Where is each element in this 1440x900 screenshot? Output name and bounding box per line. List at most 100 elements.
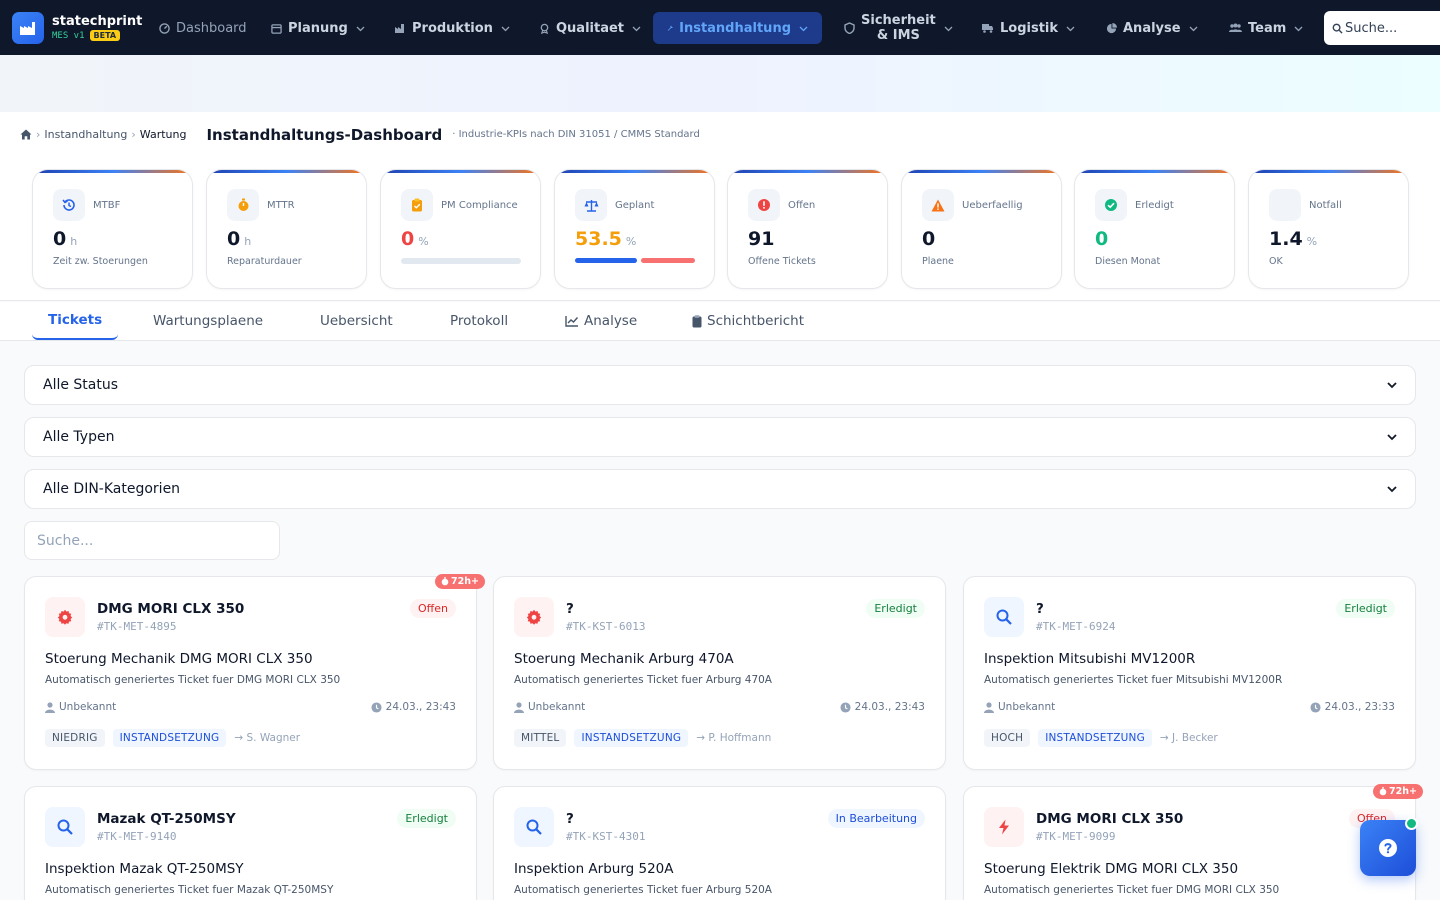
user-icon bbox=[45, 701, 55, 713]
gauge-icon bbox=[159, 22, 170, 34]
ticket-card[interactable]: Mazak QT-250MSY #TK-MET-9140 Erledigt In… bbox=[24, 786, 477, 900]
ticket-card[interactable]: ? #TK-KST-6013 Erledigt Stoerung Mechani… bbox=[493, 576, 946, 770]
breadcrumb: › Instandhaltung › Wartung bbox=[20, 128, 186, 141]
kpi-pm-compliance[interactable]: PM Compliance 0% bbox=[380, 169, 541, 289]
lightning-icon bbox=[984, 807, 1024, 847]
tab-tickets-label: Tickets bbox=[48, 312, 103, 328]
priority-tag: HOCH bbox=[984, 729, 1031, 747]
search-icon bbox=[984, 597, 1024, 637]
brand[interactable]: statechprint MES v1 BETA bbox=[12, 11, 152, 44]
nav-instandhaltung[interactable]: Instandhaltung bbox=[653, 12, 822, 44]
hero-banner bbox=[0, 55, 1440, 112]
chevron-down-icon bbox=[1189, 21, 1198, 36]
status-badge: Erledigt bbox=[866, 599, 925, 618]
ticket-time: 24.03., 23:43 bbox=[840, 701, 925, 713]
question-circle-icon bbox=[1379, 839, 1397, 857]
tab-tickets[interactable]: Tickets bbox=[32, 302, 119, 340]
kpi-label: Geplant bbox=[615, 200, 655, 211]
kpi-ueberfaellig[interactable]: Ueberfaellig 0 Plaene bbox=[901, 169, 1062, 289]
ticket-search-input[interactable] bbox=[37, 532, 257, 549]
global-search[interactable] bbox=[1324, 11, 1440, 45]
brand-name: statechprint bbox=[52, 14, 143, 29]
type-filter-select[interactable]: Alle Typen bbox=[24, 417, 1416, 457]
search-icon bbox=[1332, 23, 1343, 34]
kpi-sub: Diesen Monat bbox=[1095, 256, 1161, 267]
kpi-strip: MTBF 0h Zeit zw. Stoerungen MTTR 0h Repa… bbox=[0, 157, 1440, 301]
chevron-down-icon bbox=[799, 21, 808, 36]
ticket-title: Inspektion Arburg 520A bbox=[514, 861, 674, 877]
tab-protokoll-label: Protokoll bbox=[450, 313, 509, 329]
nav-produktion[interactable]: Produktion bbox=[380, 12, 524, 44]
kpi-sub: Zeit zw. Stoerungen bbox=[53, 256, 148, 267]
kpi-sub: Reparaturdauer bbox=[227, 256, 302, 267]
tab-protokoll[interactable]: Protokoll bbox=[450, 302, 508, 340]
ticket-title: Stoerung Mechanik Arburg 470A bbox=[514, 651, 734, 667]
kpi-notfall[interactable]: Notfall 1.4% OK bbox=[1248, 169, 1409, 289]
ticket-search[interactable] bbox=[24, 521, 280, 560]
ticket-reporter: Unbekannt bbox=[984, 701, 1055, 713]
history-icon bbox=[53, 189, 85, 221]
overdue-badge: 72h+ bbox=[1373, 784, 1423, 799]
home-icon[interactable] bbox=[20, 129, 32, 140]
nav-dashboard[interactable]: Dashboard bbox=[145, 12, 261, 44]
nav-analyse-label: Analyse bbox=[1123, 20, 1181, 36]
brand-version: MES v1 bbox=[52, 30, 85, 41]
nav-qualitaet[interactable]: Qualitaet bbox=[525, 12, 655, 44]
breadcrumb-instandhaltung[interactable]: Instandhaltung bbox=[44, 128, 127, 141]
ticket-id: #TK-KST-4301 bbox=[566, 830, 646, 843]
chevron-down-icon bbox=[1387, 433, 1397, 440]
kpi-label: MTTR bbox=[267, 200, 295, 211]
planned-ratio-bar bbox=[575, 258, 695, 263]
page-subtitle: · Industrie-KPIs nach DIN 31051 / CMMS S… bbox=[452, 129, 700, 140]
ticket-time: 24.03., 23:33 bbox=[1310, 701, 1395, 713]
breadcrumb-separator: › bbox=[36, 128, 41, 141]
ticket-card[interactable]: DMG MORI CLX 350 #TK-MET-4895 Offen Stoe… bbox=[24, 576, 477, 770]
truck-icon bbox=[982, 24, 993, 33]
ticket-id: #TK-MET-6924 bbox=[1036, 620, 1116, 633]
chevron-down-icon bbox=[1387, 381, 1397, 388]
tab-schichtbericht[interactable]: Schichtbericht bbox=[692, 302, 804, 340]
tab-analyse[interactable]: Analyse bbox=[565, 302, 637, 340]
gear-icon bbox=[45, 597, 85, 637]
kpi-label: Ueberfaellig bbox=[962, 200, 1023, 211]
kpi-value: 53.5 bbox=[575, 228, 622, 250]
din-filter-select[interactable]: Alle DIN-Kategorien bbox=[24, 469, 1416, 509]
search-icon bbox=[45, 807, 85, 847]
nav-sicherheit[interactable]: Sicherheit & IMS bbox=[830, 12, 967, 44]
kpi-geplant[interactable]: Geplant 53.5% bbox=[554, 169, 715, 289]
ticket-title: Stoerung Elektrik DMG MORI CLX 350 bbox=[984, 861, 1239, 877]
global-search-input[interactable] bbox=[1345, 20, 1440, 36]
kpi-unit: % bbox=[625, 235, 637, 248]
users-icon bbox=[1229, 23, 1242, 32]
nav-planung[interactable]: Planung bbox=[257, 12, 379, 44]
chevron-down-icon bbox=[632, 21, 641, 36]
chevron-down-icon bbox=[501, 21, 510, 36]
ticket-card[interactable]: DMG MORI CLX 350 #TK-MET-9099 Offen Stoe… bbox=[963, 786, 1416, 900]
kpi-erledigt[interactable]: Erledigt 0 Diesen Monat bbox=[1074, 169, 1235, 289]
din-filter-value: Alle DIN-Kategorien bbox=[43, 481, 181, 497]
nav-analyse[interactable]: Analyse bbox=[1092, 12, 1212, 44]
check-circle-icon bbox=[1095, 189, 1127, 221]
line-chart-icon bbox=[565, 316, 579, 327]
tab-uebersicht[interactable]: Uebersicht bbox=[320, 302, 393, 340]
ticket-card[interactable]: ? #TK-KST-4301 In Bearbeitung Inspektion… bbox=[493, 786, 946, 900]
ticket-machine: ? bbox=[566, 601, 574, 617]
ticket-title: Inspektion Mazak QT-250MSY bbox=[45, 861, 244, 877]
ticket-card[interactable]: ? #TK-MET-6924 Erledigt Inspektion Mitsu… bbox=[963, 576, 1416, 770]
kpi-mttr[interactable]: MTTR 0h Reparaturdauer bbox=[206, 169, 367, 289]
chevron-down-icon bbox=[356, 21, 365, 36]
online-indicator bbox=[1405, 817, 1418, 830]
kpi-label: Notfall bbox=[1309, 200, 1342, 211]
page-title: Instandhaltungs-Dashboard bbox=[206, 125, 443, 144]
ticket-reporter-name: Unbekannt bbox=[998, 701, 1056, 713]
status-badge: Offen bbox=[410, 599, 456, 618]
nav-team[interactable]: Team bbox=[1215, 12, 1317, 44]
kpi-mtbf[interactable]: MTBF 0h Zeit zw. Stoerungen bbox=[32, 169, 193, 289]
type-filter-value: Alle Typen bbox=[43, 429, 115, 445]
ticket-time-value: 24.03., 23:43 bbox=[385, 701, 456, 713]
tab-wartungsplaene[interactable]: Wartungsplaene bbox=[153, 302, 263, 340]
kpi-offen[interactable]: Offen 91 Offene Tickets bbox=[727, 169, 888, 289]
ticket-description: Automatisch generiertes Ticket fuer Mits… bbox=[984, 674, 1283, 686]
nav-logistik[interactable]: Logistik bbox=[967, 12, 1089, 44]
status-filter-select[interactable]: Alle Status bbox=[24, 365, 1416, 405]
